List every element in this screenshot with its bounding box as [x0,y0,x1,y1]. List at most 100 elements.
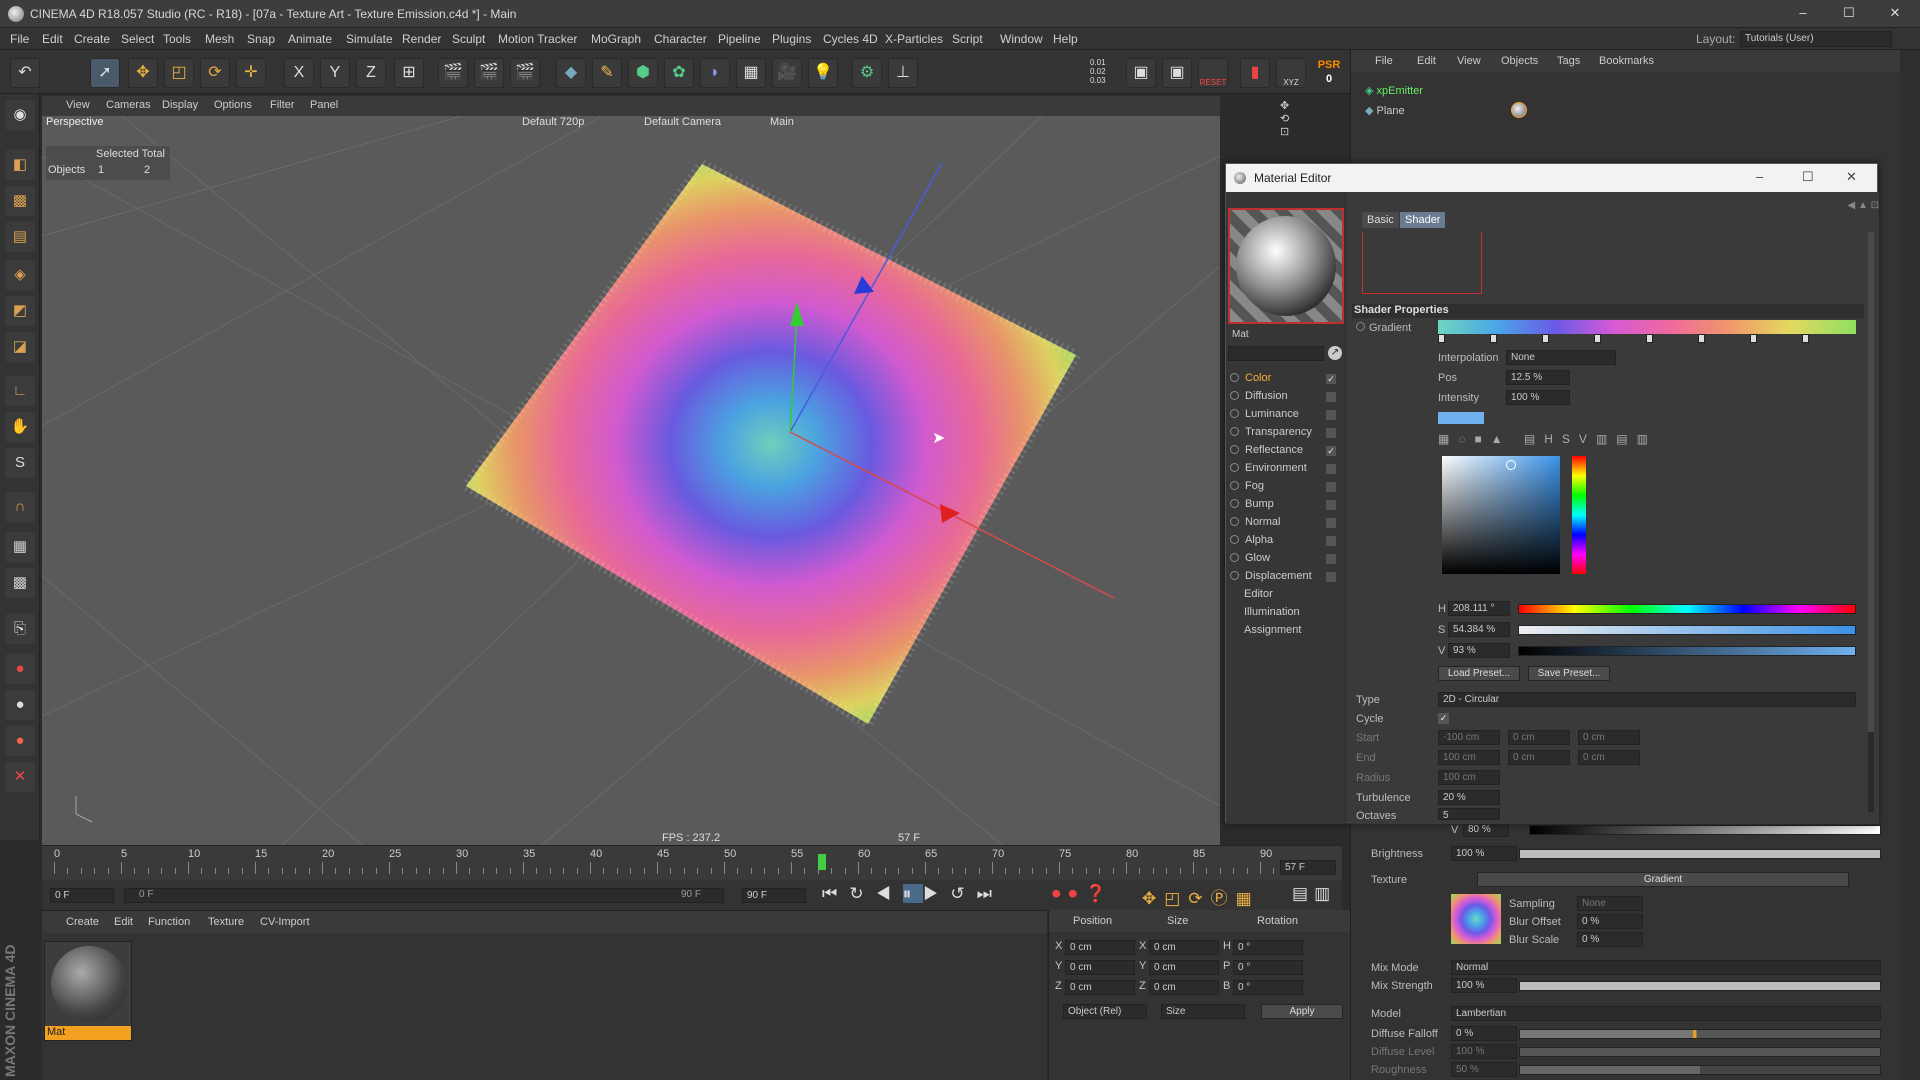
record-controls[interactable]: ⏺⏺❓ [1052,884,1114,904]
record-icon[interactable]: ⏺ [1052,884,1069,903]
menu-edit[interactable]: Edit [42,32,63,46]
coord-position-field[interactable]: 0 cm [1065,980,1135,995]
knot-color-swatch[interactable] [1438,412,1484,424]
channel-assignment[interactable]: Assignment [1230,624,1346,641]
channel-alpha[interactable]: Alpha [1230,534,1346,551]
viewport-menu-cameras[interactable]: Cameras [106,99,151,111]
start-frame-field[interactable]: 0 F [50,888,114,903]
octaves-field[interactable]: 5 [1438,808,1500,820]
go-end-icon[interactable]: ⏭ [977,884,1004,903]
attr-v-slider[interactable] [1529,825,1881,835]
mix-strength-field[interactable]: 100 % [1451,978,1517,993]
channel-checkbox[interactable] [1326,536,1336,546]
object-row-xpemitter[interactable]: ◈ xpEmitter [1365,84,1423,97]
tab-basic[interactable]: Basic [1362,212,1399,228]
channel-displacement[interactable]: Displacement [1230,570,1346,587]
key-scale-icon[interactable]: ◰ [1164,889,1188,908]
key-pla-icon[interactable]: ▦ [1236,889,1260,908]
coord-position-field[interactable]: 0 cm [1065,940,1135,955]
model-select[interactable]: Lambertian [1451,1006,1881,1021]
transport-controls[interactable]: ⏮↻◀⏸▶↺⏭ [822,884,1004,904]
coord-position-field[interactable]: 0 cm [1065,960,1135,975]
channel-checkbox[interactable]: ✓ [1326,374,1336,384]
timeline-view-controls[interactable]: ▤▥ [1292,884,1336,904]
diffuse-falloff-field[interactable]: 0 % [1451,1026,1517,1041]
om-menu-bookmarks[interactable]: Bookmarks [1599,55,1654,67]
end-z-field[interactable]: 0 cm [1578,750,1640,765]
render-settings-button[interactable]: 🎬 [510,58,540,88]
menu-snap[interactable]: Snap [247,32,275,46]
coord-rotation-field[interactable]: 0 ° [1233,940,1303,955]
om-menu-view[interactable]: View [1457,55,1481,67]
menu-sculpt[interactable]: Sculpt [452,32,485,46]
texture-mode-button[interactable]: ▩ [5,186,35,216]
gradient-knots[interactable] [1438,334,1856,344]
viewport-menu-panel[interactable]: Panel [310,99,338,111]
channel-checkbox[interactable]: ✓ [1326,446,1336,456]
edges-mode-button[interactable]: ◩ [5,296,35,326]
channel-color[interactable]: Color ✓ [1230,372,1346,389]
coord-size-field[interactable]: 0 cm [1149,980,1219,995]
channel-diffusion[interactable]: Diffusion [1230,390,1346,407]
start-x-field[interactable]: -100 cm [1438,730,1500,745]
channel-checkbox[interactable] [1326,428,1336,438]
xp-tool-3-button[interactable]: ● [5,726,35,756]
turbulence-field[interactable]: 20 % [1438,790,1500,805]
gradient-bar[interactable] [1438,320,1856,334]
menu-create[interactable]: Create [74,32,110,46]
blur-scale-field[interactable]: 0 % [1577,932,1643,947]
channel-checkbox[interactable] [1326,464,1336,474]
tab-shader[interactable]: Shader [1400,212,1446,228]
coord-rotation-field[interactable]: 0 ° [1233,980,1303,995]
xp-tool-4-button[interactable]: ✕ [5,762,35,792]
menu-simulate[interactable]: Simulate [346,32,393,46]
mm-menu-create[interactable]: Create [66,916,99,928]
xp-tool-2-button[interactable]: ● [5,690,35,720]
layout-select[interactable]: Tutorials (User) [1740,31,1892,47]
roughness-field[interactable]: 50 % [1451,1062,1517,1077]
xp-tool-1-button[interactable]: ● [5,654,35,684]
type-select[interactable]: 2D - Circular [1438,692,1856,707]
timeline-view-icon[interactable]: ▤ [1292,884,1314,903]
3d-viewport[interactable]: Perspective Default 720p Default Camera … [42,116,1220,845]
material-preview[interactable] [1228,208,1344,324]
viewport-menu-filter[interactable]: Filter [270,99,294,111]
channel-editor[interactable]: Editor [1230,588,1346,605]
om-menu-tags[interactable]: Tags [1557,55,1580,67]
s-field[interactable]: 54.384 % [1448,622,1510,637]
mm-menu-function[interactable]: Function [148,916,190,928]
brightness-field[interactable]: 100 % [1451,846,1517,861]
menu-select[interactable]: Select [121,32,154,46]
sampling-select[interactable]: None [1577,896,1643,911]
menu-motion-tracker[interactable]: Motion Tracker [498,32,577,46]
snap-button[interactable]: ⚙ [852,58,882,88]
radius-field[interactable]: 100 cm [1438,770,1500,785]
transform-tool-button[interactable]: ✛ [236,58,266,88]
viewport-menu-options[interactable]: Options [214,99,252,111]
channel-checkbox[interactable] [1326,554,1336,564]
brightness-slider[interactable] [1519,849,1881,859]
z-axis-button[interactable]: Z [356,58,386,88]
go-start-icon[interactable]: ⏮ [822,884,849,903]
channel-checkbox[interactable] [1326,410,1336,420]
gradient-knot[interactable] [1438,334,1445,343]
save-preset-button[interactable]: Save Preset... [1528,666,1610,681]
live-select-button[interactable]: ➚ [90,58,120,88]
python-button[interactable]: ⎘ [5,614,35,644]
key-rotate-icon[interactable]: ⟳ [1188,889,1210,908]
key-move-icon[interactable]: ✥ [1142,889,1164,908]
channel-checkbox[interactable] [1326,482,1336,492]
sculpt-grid-button[interactable]: ▦ [5,532,35,562]
x-axis-button[interactable]: X [284,58,314,88]
pos-field[interactable]: 12.5 % [1506,370,1570,385]
viewport-menu-view[interactable]: View [66,99,90,111]
model-mode-button[interactable]: ◧ [5,150,35,180]
material-name-field[interactable]: Mat [1228,328,1344,343]
texture-shader-button[interactable]: Gradient [1477,872,1849,887]
close-button[interactable]: ✕ [1884,5,1906,23]
render-view-button[interactable]: 🎬 [438,58,468,88]
undo-button[interactable]: ↶ [10,58,40,88]
channel-illumination[interactable]: Illumination [1230,606,1346,623]
move-tool-button[interactable]: ✥ [128,58,158,88]
pause-icon[interactable]: ⏸ [902,884,924,903]
